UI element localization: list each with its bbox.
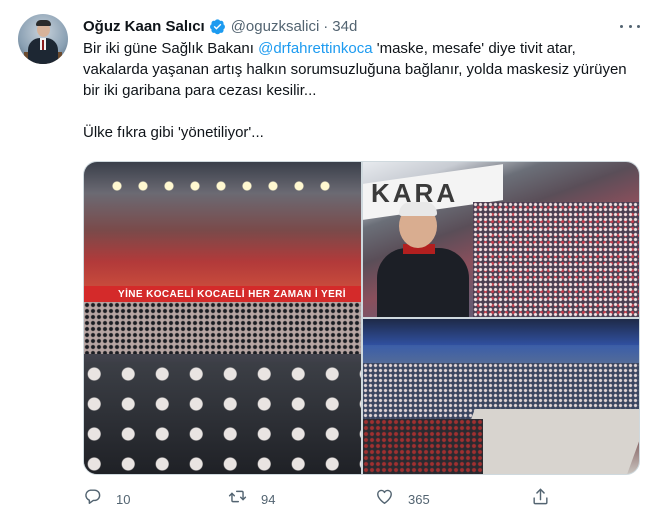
reply-icon xyxy=(83,487,102,511)
author-name[interactable]: Oğuz Kaan Salıcı xyxy=(83,18,205,35)
author-avatar[interactable] xyxy=(18,14,68,64)
media-photo-1[interactable]: YİNE KOCAELİ KOCAELİ HER ZAMAN İ YERİ xyxy=(84,162,361,474)
verified-badge-icon xyxy=(209,18,226,35)
media-photo-2[interactable]: KARA xyxy=(363,162,639,317)
tweet-text-start: Bir iki güne Sağlık Bakanı xyxy=(83,40,259,57)
tweet-text: Bir iki güne Sağlık Bakanı @drfahrettink… xyxy=(83,38,643,143)
author-handle[interactable]: @oguzksalici xyxy=(231,18,320,35)
heart-icon xyxy=(375,487,394,511)
share-icon xyxy=(531,487,550,511)
retweet-icon xyxy=(228,487,247,511)
more-horizontal-icon[interactable] xyxy=(620,17,640,35)
tweet-header: Oğuz Kaan Salıcı @oguzksalici · 34d xyxy=(83,16,357,36)
like-button[interactable]: 365 xyxy=(375,486,430,512)
photo-banner-text: YİNE KOCAELİ KOCAELİ HER ZAMAN İ YERİ xyxy=(118,289,346,300)
retweet-count: 94 xyxy=(261,491,276,507)
tweet-paragraph-1: Bir iki güne Sağlık Bakanı @drfahrettink… xyxy=(83,38,643,101)
tweet-card[interactable]: Oğuz Kaan Salıcı @oguzksalici · 34d Bir … xyxy=(0,0,651,530)
retweet-button[interactable]: 94 xyxy=(228,486,275,512)
reply-button[interactable]: 10 xyxy=(83,486,130,512)
tweet-paragraph-2: Ülke fıkra gibi 'yönetiliyor'... xyxy=(83,124,264,141)
media-photo-3[interactable] xyxy=(363,319,639,474)
meta-separator: · xyxy=(323,17,329,35)
mention-link[interactable]: @drfahrettinkoca xyxy=(258,40,372,57)
reply-count: 10 xyxy=(116,491,131,507)
tweet-actions: 10 94 365 xyxy=(83,486,553,512)
share-button[interactable] xyxy=(531,486,550,512)
like-count: 365 xyxy=(408,491,430,507)
tweet-media-grid: YİNE KOCAELİ KOCAELİ HER ZAMAN İ YERİ KA… xyxy=(83,161,640,475)
tweet-timestamp[interactable]: 34d xyxy=(332,18,357,35)
